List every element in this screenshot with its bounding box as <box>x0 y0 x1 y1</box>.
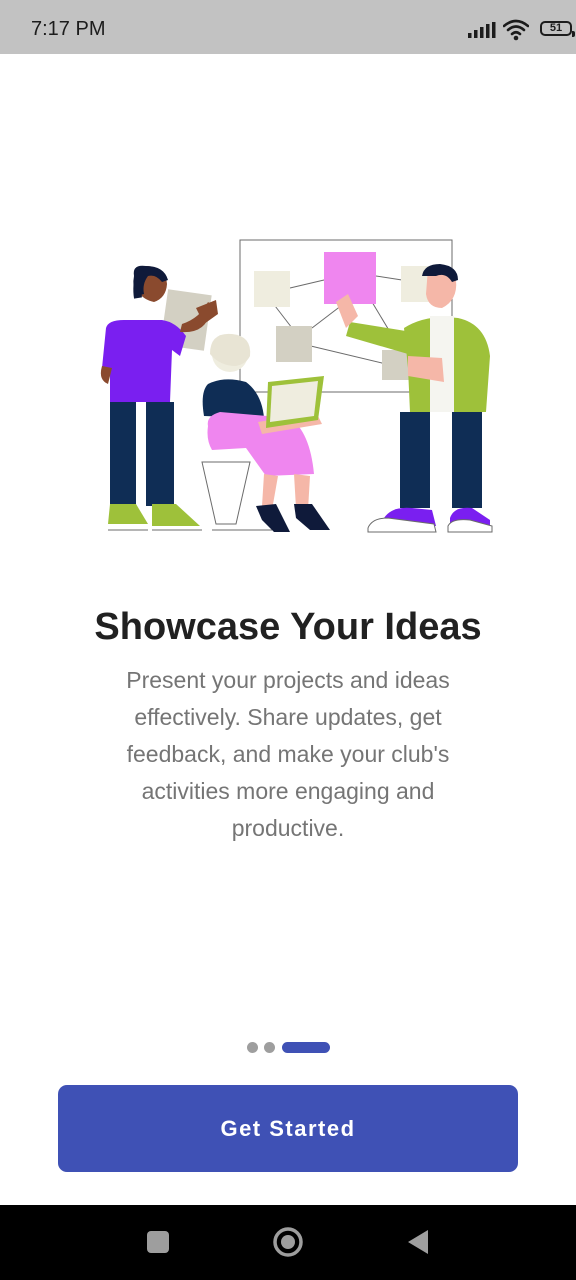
status-bar: 7:17 PM 51 <box>0 0 576 54</box>
battery-level: 51 <box>549 22 563 34</box>
battery-tip <box>572 31 575 37</box>
recent-apps-button[interactable] <box>147 1231 169 1253</box>
back-button[interactable] <box>406 1229 430 1255</box>
signal-icon <box>468 22 496 38</box>
page-description: Present your projects and ideas effectiv… <box>126 667 450 841</box>
navigation-bar <box>0 1205 576 1280</box>
people-presenting-ideas-illustration <box>100 239 493 533</box>
page-title: Showcase Your Ideas <box>94 606 482 648</box>
home-button[interactable] <box>272 1226 304 1258</box>
page-dot-3-active[interactable] <box>282 1042 330 1053</box>
page-dot-1[interactable] <box>247 1042 258 1053</box>
battery-icon: 51 <box>540 21 575 37</box>
page-dot-2[interactable] <box>264 1042 275 1053</box>
status-time: 7:17 PM <box>31 18 106 40</box>
wifi-icon <box>503 19 529 41</box>
onboarding-screen: 7:17 PM 51 Showcase Your Ideas Present y… <box>0 0 576 1280</box>
get-started-button[interactable]: Get Started <box>58 1085 518 1172</box>
